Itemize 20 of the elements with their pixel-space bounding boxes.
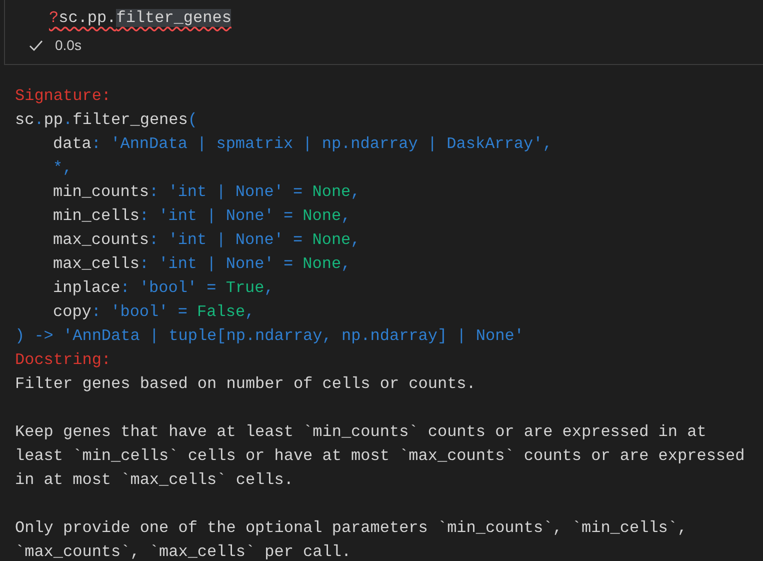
docstring-line: Only provide one of the optional parameters `min_counts`, `min_cells`, [15, 518, 688, 539]
code-line: *, [53, 158, 72, 179]
code-line: inplace: 'bool' = True, [53, 278, 274, 299]
docstring-line: least `min_cells` cells or have at most `max_counts` counts or are expressed [15, 446, 745, 467]
code-line: min_counts: 'int | None' = None, [53, 182, 360, 203]
section-heading: Signature: [15, 86, 112, 107]
docstring-line: in at most `max_cells` cells. [15, 470, 294, 491]
code-line: max_counts: 'int | None' = None, [53, 230, 360, 251]
code-line: max_cells: 'int | None' = None, [53, 254, 351, 275]
docstring-line: Keep genes that have at least `min_counts` counts or are expressed in at [15, 422, 706, 443]
execution-time: 0.0s [55, 36, 82, 55]
code-input[interactable]: ?sc.pp.filter_genes [49, 6, 232, 30]
docstring-line: `max_counts`, `max_cells` per call. [15, 542, 352, 561]
section-heading: Docstring: [15, 350, 112, 371]
code-line: sc.pp.filter_genes( [15, 110, 198, 131]
code-line: ) -> 'AnnData | tuple[np.ndarray, np.ndarray] | None' [15, 326, 524, 347]
code-line: data: 'AnnData | spmatrix | np.ndarray | DaskArray', [53, 134, 552, 155]
code-line: copy: 'bool' = False, [53, 302, 255, 323]
docstring-line: Filter genes based on number of cells or counts. [15, 374, 476, 395]
code-line: min_cells: 'int | None' = None, [53, 206, 351, 227]
